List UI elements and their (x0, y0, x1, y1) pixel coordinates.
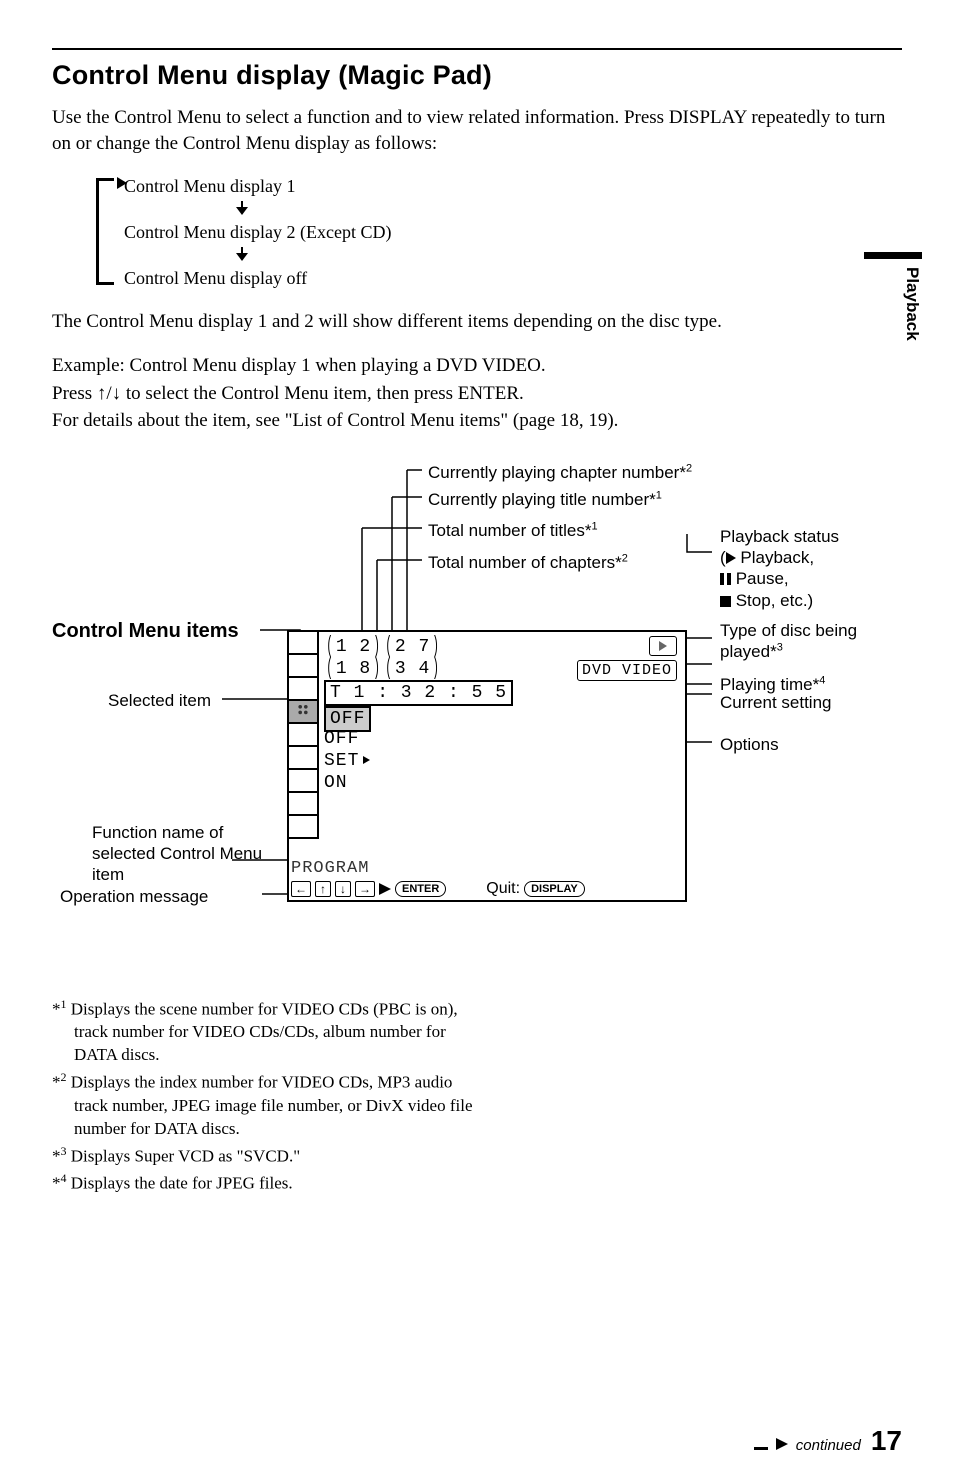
callout-selected-item: Selected item (108, 690, 211, 711)
flow-line-2: Control Menu display 2 (Except CD) (124, 220, 902, 245)
flow-sequence: Control Menu display 1 Control Menu disp… (96, 174, 902, 291)
osd-icon-cell (289, 816, 317, 839)
callout-current-setting: Current setting (720, 692, 832, 713)
paragraph-2: The Control Menu display 1 and 2 will sh… (52, 309, 902, 335)
key-right-icon: → (355, 881, 375, 897)
key-enter: ENTER (395, 881, 446, 897)
stop-icon (720, 596, 731, 607)
callout-function-name: Function name of selected Control Menu i… (92, 822, 272, 886)
key-display: DISPLAY (524, 881, 585, 897)
example-line-2: Press ↑/↓ to select the Control Menu ite… (52, 381, 902, 407)
osd-function-name: PROGRAM (291, 859, 369, 878)
osd-icon-column (289, 632, 319, 839)
osd-icon-cell (289, 678, 317, 701)
flow-line-3: Control Menu display off (124, 266, 902, 291)
example-line-1: Example: Control Menu display 1 when pla… (52, 353, 902, 379)
arrow-right-icon (379, 883, 391, 895)
control-menu-diagram: Control Menu items Currently playing cha… (52, 462, 892, 962)
footnote-3: *3 Displays Super VCD as "SVCD." (52, 1143, 482, 1169)
osd-readout: 1 22 7 1 83 4 T 1 : 3 2 : 5 5 OFF OFF SE… (324, 636, 513, 794)
playback-status-badge (649, 636, 677, 656)
osd-option: OFF (324, 728, 513, 750)
osd-screen: DVD VIDEO 1 22 7 1 83 4 T 1 : 3 2 : 5 5 … (287, 630, 687, 902)
osd-quit-label: Quit: (486, 880, 520, 898)
arrow-stem-icon (754, 1447, 768, 1450)
footnote-2: *2 Displays the index number for VIDEO C… (52, 1069, 482, 1140)
page-footer: continued 17 (754, 1425, 902, 1457)
callout-playback-status: Playback status ( Playback, Pause, Stop,… (720, 526, 890, 611)
osd-chapter-total: 3 4 (383, 658, 442, 680)
callout-disc-type: Type of disc being played*3 (720, 620, 890, 663)
continued-label: continued (796, 1437, 861, 1454)
osd-option: ON (324, 772, 513, 794)
flow-line-1: Control Menu display 1 (124, 174, 902, 199)
footnote-4: *4 Displays the date for JPEG files. (52, 1170, 482, 1196)
arrow-right-icon (776, 1438, 788, 1450)
arrow-right-icon (117, 177, 127, 189)
arrow-down-icon (236, 247, 248, 261)
play-icon (659, 641, 667, 651)
bracket-icon (96, 178, 114, 285)
arrow-down-icon (236, 201, 248, 215)
page-number: 17 (871, 1425, 902, 1457)
callout-title-number: Currently playing title number*1 (428, 489, 662, 510)
osd-option: SET (324, 750, 513, 772)
footnotes: *1 Displays the scene number for VIDEO C… (52, 996, 482, 1196)
rule-top (52, 48, 902, 50)
callout-total-titles: Total number of titles*1 (428, 520, 598, 541)
osd-icon-cell (289, 655, 317, 678)
disc-type-badge: DVD VIDEO (577, 660, 677, 681)
osd-icon-cell (289, 747, 317, 770)
program-icon (296, 704, 310, 718)
pause-icon (720, 573, 731, 585)
footnote-1: *1 Displays the scene number for VIDEO C… (52, 996, 482, 1067)
example-line-3: For details about the item, see "List of… (52, 408, 902, 434)
osd-icon-cell (289, 632, 317, 655)
callout-operation-message: Operation message (60, 886, 208, 907)
callout-chapter-number: Currently playing chapter number*2 (428, 462, 692, 483)
osd-operation-bar: ← ↑ ↓ → ENTER Quit: DISPLAY (291, 880, 585, 898)
osd-chapter-current: 1 8 (324, 658, 383, 680)
osd-icon-cell (289, 770, 317, 793)
osd-icon-cell (289, 793, 317, 816)
osd-icon-cell-selected (289, 701, 317, 724)
intro-paragraph: Use the Control Menu to select a functio… (52, 105, 902, 156)
page-heading: Control Menu display (Magic Pad) (52, 60, 902, 91)
callout-options: Options (720, 734, 779, 755)
play-icon (726, 552, 736, 564)
osd-time: T 1 : 3 2 : 5 5 (324, 680, 513, 706)
osd-icon-cell (289, 724, 317, 747)
control-menu-items-label: Control Menu items (52, 620, 239, 643)
callout-total-chapters: Total number of chapters*2 (428, 552, 628, 573)
key-down-icon: ↓ (335, 881, 351, 897)
arrow-right-icon (363, 756, 370, 764)
key-up-icon: ↑ (315, 881, 331, 897)
key-left-icon: ← (291, 881, 311, 897)
